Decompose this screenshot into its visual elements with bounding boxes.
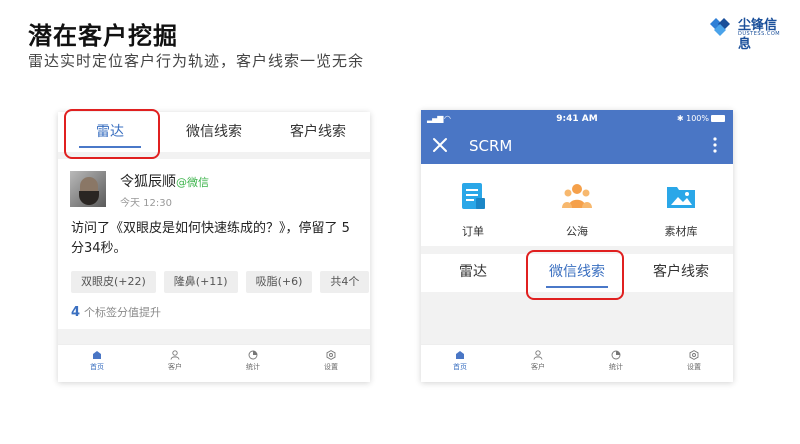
quick-entry-public-pool[interactable]: 公海 [525,164,629,246]
nav-label: 首页 [453,363,467,371]
app-header: ▂▄▆ ◠ 9:41 AM ✱ 100% SCRM [421,110,733,164]
tag-score-text: 个标签分值提升 [84,306,162,319]
dustess-logo-icon [710,18,730,36]
tab-radar[interactable]: 雷达 [58,112,162,152]
nav-customer[interactable]: 客户 [136,345,214,382]
app-title: SCRM [469,137,513,155]
nav-home[interactable]: 首页 [58,345,136,382]
quick-entry-label: 素材库 [664,225,698,238]
scrm-phone-screen: ▂▄▆ ◠ 9:41 AM ✱ 100% SCRM 订单 公海 素材库 雷达 微… [421,110,733,382]
tag-score-summary: 4 个标签分值提升 [71,304,161,320]
nav-label: 客户 [531,363,545,371]
lead-tabs: 雷达 微信线索 客户线索 [421,254,733,292]
nav-label: 设置 [324,363,338,371]
customer-name: 令狐辰顺 [120,174,176,190]
nav-home[interactable]: 首页 [421,345,499,382]
stats-icon [248,350,258,360]
quick-entry-grid: 订单 公海 素材库 [421,164,733,246]
interest-tag[interactable]: 吸脂(+6) [245,271,313,293]
quick-entry-material-library[interactable]: 素材库 [629,164,733,246]
quick-entry-order[interactable]: 订单 [421,164,525,246]
more-vertical-icon[interactable] [711,136,719,154]
quick-entry-label: 公海 [566,225,588,238]
customer-icon [533,350,543,360]
avatar [70,171,106,207]
nav-settings[interactable]: 设置 [292,345,370,382]
nav-label: 设置 [687,363,701,371]
battery-status: ✱ 100% [677,114,725,123]
settings-icon [689,350,699,360]
bottom-nav: 首页 客户 统计 设置 [58,344,370,382]
interest-tag[interactable]: 双眼皮(+22) [71,271,156,293]
bottom-nav: 首页 客户 统计 设置 [421,344,733,382]
tab-wechat-leads[interactable]: 微信线索 [162,112,266,152]
page-subtitle: 雷达实时定位客户行为轨迹，客户线索一览无余 [28,52,365,70]
nav-label: 首页 [90,363,104,371]
nav-label: 客户 [168,363,182,371]
stats-icon [611,350,621,360]
nav-stats[interactable]: 统计 [577,345,655,382]
close-icon[interactable] [431,136,449,154]
battery-level: 100% [686,114,709,123]
interest-tag-total[interactable]: 共4个 [320,271,370,293]
tab-customer-leads[interactable]: 客户线索 [266,112,370,152]
order-icon [462,183,485,209]
material-library-icon [667,187,695,208]
interest-tag[interactable]: 隆鼻(+11) [163,271,238,293]
radar-feed-card[interactable]: 令狐辰顺 @微信 今天 12:30 访问了《双眼皮是如何快速练成的？》，停留了 … [58,159,370,329]
quick-entry-label: 订单 [462,225,484,238]
interest-tags: 双眼皮(+22) 隆鼻(+11) 吸脂(+6) 共4个 [71,271,370,293]
tab-customer-leads[interactable]: 客户线索 [629,254,733,292]
visit-time: 今天 12:30 [120,198,172,209]
settings-icon [326,350,336,360]
visit-description: 访问了《双眼皮是如何快速练成的？》，停留了 5分34秒。 [71,221,350,256]
customer-icon [170,350,180,360]
tab-radar[interactable]: 雷达 [421,254,525,292]
home-icon [456,351,464,359]
nav-label: 统计 [609,363,623,371]
source-badge: @微信 [176,176,209,189]
brand-logo: 尘锋信息 DUSTESS.COM [708,14,788,52]
nav-label: 统计 [246,363,260,371]
nav-stats[interactable]: 统计 [214,345,292,382]
nav-customer[interactable]: 客户 [499,345,577,382]
radar-phone-screen: 雷达 微信线索 客户线索 令狐辰顺 @微信 今天 12:30 访问了《双眼皮是如… [58,112,370,382]
battery-icon [711,115,725,122]
brand-domain: DUSTESS.COM [738,31,781,37]
page-title: 潜在客户挖掘 [28,22,178,50]
public-pool-icon [562,184,592,208]
lead-tabs: 雷达 微信线索 客户线索 [58,112,370,152]
tag-score-count: 4 [71,305,81,320]
home-icon [93,351,101,359]
nav-settings[interactable]: 设置 [655,345,733,382]
tab-wechat-leads[interactable]: 微信线索 [525,254,629,292]
